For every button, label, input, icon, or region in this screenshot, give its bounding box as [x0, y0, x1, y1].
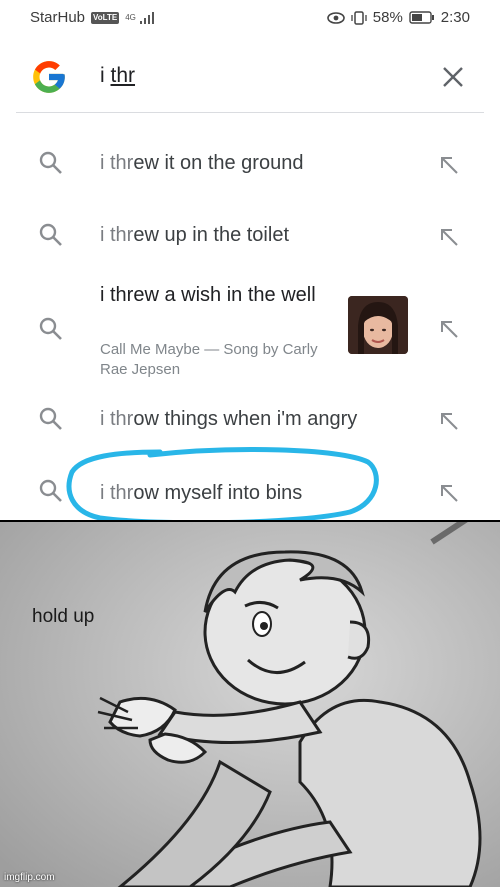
query-prefix: i [100, 64, 111, 87]
fill-query-arrow-icon[interactable] [438, 226, 460, 248]
fill-query-arrow-icon[interactable] [438, 410, 460, 432]
battery-percent: 58% [372, 9, 403, 26]
network-label: 4G [125, 12, 136, 22]
meme-caption: hold up [32, 606, 95, 627]
vibrate-icon [351, 10, 367, 25]
fill-query-arrow-icon[interactable] [438, 482, 460, 504]
search-icon [39, 317, 62, 340]
status-bar: StarHub VoLTE 4G 58% 2:30 [0, 0, 500, 36]
meme-image: hold up imgflip.com [0, 522, 500, 887]
fill-query-arrow-icon[interactable] [438, 318, 460, 340]
google-logo-icon[interactable] [30, 58, 68, 96]
suggestion-completion: ew it on the ground [133, 152, 304, 174]
battery-icon [409, 11, 434, 24]
suggestion-text: i throw myself into bins [100, 482, 302, 505]
song-thumbnail [348, 296, 408, 354]
search-input[interactable]: i thr [100, 64, 135, 88]
suggestion-prefix: i thr [100, 408, 134, 430]
suggestion-item[interactable]: i throw things when i'm angry [16, 384, 484, 456]
artist-photo-icon [348, 296, 408, 354]
suggestion-completion: ow myself into bins [133, 482, 303, 504]
vault-boy-illustration [0, 522, 500, 887]
status-left: StarHub VoLTE 4G [30, 9, 156, 26]
suggestion-completion: ew up in the toilet [133, 224, 289, 246]
suggestion-text: i threw up in the toilet [100, 224, 289, 247]
clock: 2:30 [440, 9, 470, 26]
suggestion-item-rich[interactable]: i threw a wish in the well Call Me Maybe… [16, 282, 484, 386]
suggestion-title: i threw a wish in the well [100, 284, 316, 306]
signal-icon [139, 11, 154, 24]
suggestion-subtitle: Call Me Maybe — Song by Carly Rae Jepsen [100, 341, 318, 378]
search-icon [39, 479, 62, 502]
suggestion-item[interactable]: i threw up in the toilet [16, 200, 484, 272]
watermark: imgflip.com [4, 872, 55, 883]
search-icon [39, 223, 62, 246]
eye-comfort-icon [326, 11, 345, 24]
fill-query-arrow-icon[interactable] [438, 154, 460, 176]
volte-badge: VoLTE [91, 11, 120, 24]
search-icon [39, 151, 62, 174]
suggestion-text: i threw it on the ground [100, 152, 303, 175]
network-indicator: 4G [125, 12, 136, 22]
search-icon [39, 407, 62, 430]
query-typed: thr [110, 64, 136, 87]
search-bar[interactable]: i thr [16, 44, 484, 113]
suggestion-prefix: i thr [100, 224, 134, 246]
carrier-label: StarHub [30, 9, 86, 26]
clear-icon[interactable] [438, 62, 468, 92]
suggestion-prefix: i thr [100, 152, 134, 174]
suggestion-text: i throw things when i'm angry [100, 408, 357, 431]
suggestion-item[interactable]: i threw it on the ground [16, 128, 484, 200]
suggestion-item[interactable]: i throw myself into bins [16, 458, 484, 522]
status-right: 58% 2:30 [326, 9, 470, 26]
suggestion-completion: ow things when i'm angry [133, 408, 358, 430]
suggestion-prefix: i thr [100, 482, 134, 504]
